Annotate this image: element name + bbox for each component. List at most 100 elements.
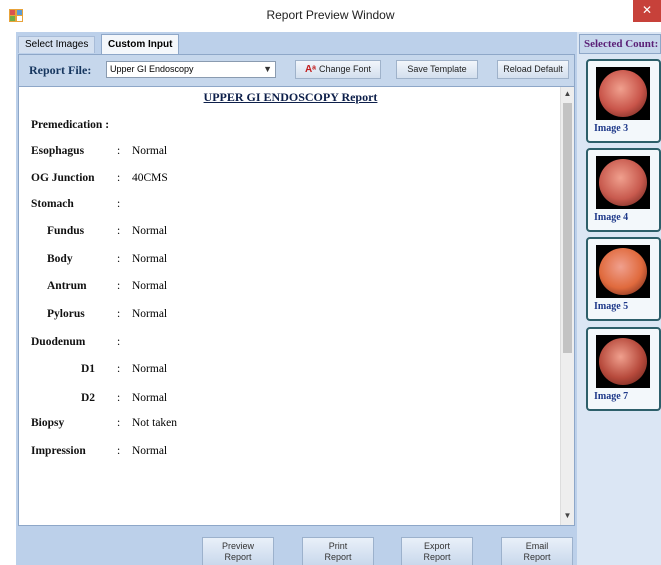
row-value: Normal	[132, 363, 168, 375]
report-row-body: Body : Normal	[19, 253, 559, 269]
image-preview-fill	[599, 338, 647, 385]
row-value: Normal	[132, 280, 168, 292]
report-toolbar: Report File: Upper GI Endoscopy ▼ Aᵃ Chan…	[18, 54, 575, 86]
report-row-premedication: Premedication :	[19, 119, 559, 135]
report-row-d2: D2 : Normal	[19, 392, 559, 408]
change-font-label: Change Font	[318, 64, 372, 74]
report-row-stomach: Stomach :	[19, 198, 559, 214]
endoscopy-image-thumbnail	[596, 245, 650, 298]
endoscopy-image-thumbnail	[596, 67, 650, 120]
row-label: Premedication :	[31, 119, 110, 131]
row-label: Biopsy	[31, 417, 65, 429]
image-label: Image 5	[594, 301, 629, 312]
print-report-button[interactable]: Print Report	[302, 537, 374, 565]
selected-image-card[interactable]: Image 5	[586, 237, 661, 321]
selected-image-card[interactable]: Image 4	[586, 148, 661, 232]
row-label: Duodenum	[31, 336, 86, 348]
report-file-label: Report File:	[29, 63, 92, 77]
button-label-line: Report	[423, 552, 451, 562]
row-value: Normal	[132, 445, 168, 457]
row-colon: :	[117, 198, 121, 210]
report-row-pylorus: Pylorus : Normal	[19, 308, 559, 324]
row-label: D1	[81, 363, 96, 375]
row-colon: :	[117, 363, 121, 375]
tab-custom-input[interactable]: Custom Input	[101, 34, 180, 54]
report-action-bar: Preview Report Print Report Export Repor…	[18, 526, 575, 565]
image-preview-fill	[599, 70, 647, 117]
tab-strip: Select Images Custom Input	[16, 34, 577, 54]
selected-image-card[interactable]: Image 7	[586, 327, 661, 411]
report-text-area[interactable]: UPPER GI ENDOSCOPY Report Premedication …	[18, 86, 575, 526]
chevron-down-icon[interactable]: ▼	[263, 62, 272, 77]
selected-images-panel: Selected Count: Image 3 Image 4 Image 5 …	[579, 34, 661, 565]
change-font-button[interactable]: Aᵃ Change Font	[295, 60, 381, 79]
row-value: Normal	[132, 253, 168, 265]
row-colon: :	[117, 336, 121, 348]
report-row-impression: Impression : Normal	[19, 445, 559, 461]
button-label-line: Report	[324, 552, 352, 562]
report-row-biopsy: Biopsy : Not taken	[19, 417, 559, 433]
row-colon: :	[117, 280, 121, 292]
image-label: Image 7	[594, 391, 629, 402]
selected-image-card[interactable]: Image 3	[586, 59, 661, 143]
row-label: Impression	[31, 445, 86, 457]
row-value: Normal	[132, 308, 168, 320]
scroll-down-icon[interactable]: ▼	[561, 511, 574, 523]
row-colon: :	[117, 253, 121, 265]
endoscopy-image-thumbnail	[596, 156, 650, 209]
email-report-button[interactable]: Email Report	[501, 537, 573, 565]
close-icon: ✕	[641, 3, 653, 17]
image-preview-fill	[599, 248, 647, 295]
row-value: Normal	[132, 225, 168, 237]
row-label: OG Junction	[31, 172, 95, 184]
row-label: Pylorus	[47, 308, 85, 320]
save-template-button[interactable]: Save Template	[396, 60, 478, 79]
window-title: Report Preview Window	[266, 8, 395, 22]
export-report-button[interactable]: Export Report	[401, 537, 473, 565]
scroll-thumb[interactable]	[563, 103, 572, 353]
row-label: D2	[81, 392, 96, 404]
image-label: Image 4	[594, 212, 629, 223]
selected-count-label: Selected Count:	[579, 34, 661, 54]
row-label: Antrum	[47, 280, 87, 292]
scroll-up-icon[interactable]: ▲	[561, 89, 574, 101]
report-title: UPPER GI ENDOSCOPY Report	[203, 90, 378, 104]
endoscopy-image-thumbnail	[596, 335, 650, 388]
report-file-select[interactable]: Upper GI Endoscopy ▼	[106, 61, 276, 78]
image-preview-fill	[599, 159, 647, 206]
row-colon: :	[117, 417, 121, 429]
report-row-esophagus: Esophagus : Normal	[19, 145, 559, 161]
preview-report-button[interactable]: Preview Report	[202, 537, 274, 565]
row-label: Esophagus	[31, 145, 85, 157]
row-value: Not taken	[132, 417, 178, 429]
row-colon: :	[117, 392, 121, 404]
tab-select-images[interactable]: Select Images	[18, 36, 96, 53]
title-bar: Report Preview Window ✕	[0, 0, 661, 32]
reload-default-button[interactable]: Reload Default	[497, 60, 569, 79]
close-button[interactable]: ✕	[633, 0, 661, 22]
row-colon: :	[117, 225, 121, 237]
report-row-antrum: Antrum : Normal	[19, 280, 559, 296]
report-panel: Select Images Custom Input Report File: …	[16, 32, 577, 565]
font-icon: Aᵃ	[304, 64, 316, 75]
row-colon: :	[117, 145, 121, 157]
report-row-duodenum: Duodenum :	[19, 336, 559, 352]
button-label-line: Report	[523, 552, 551, 562]
button-label-line: Print	[328, 541, 348, 551]
row-label: Body	[47, 253, 73, 265]
row-colon: :	[117, 308, 121, 320]
row-colon: :	[117, 172, 121, 184]
button-label-line: Report	[224, 552, 252, 562]
row-value: Normal	[132, 392, 168, 404]
row-value: Normal	[132, 145, 168, 157]
row-label: Stomach	[31, 198, 74, 210]
report-row-fundus: Fundus : Normal	[19, 225, 559, 241]
window-client-area: Select Images Custom Input Report File: …	[16, 32, 661, 565]
report-row-og-junction: OG Junction : 40CMS	[19, 172, 559, 188]
row-colon: :	[117, 445, 121, 457]
report-scrollbar[interactable]: ▲ ▼	[560, 87, 574, 525]
button-label-line: Preview	[221, 541, 254, 551]
report-file-value: Upper GI Endoscopy	[110, 64, 194, 74]
button-label-line: Export	[423, 541, 450, 551]
button-label-line: Email	[525, 541, 549, 551]
